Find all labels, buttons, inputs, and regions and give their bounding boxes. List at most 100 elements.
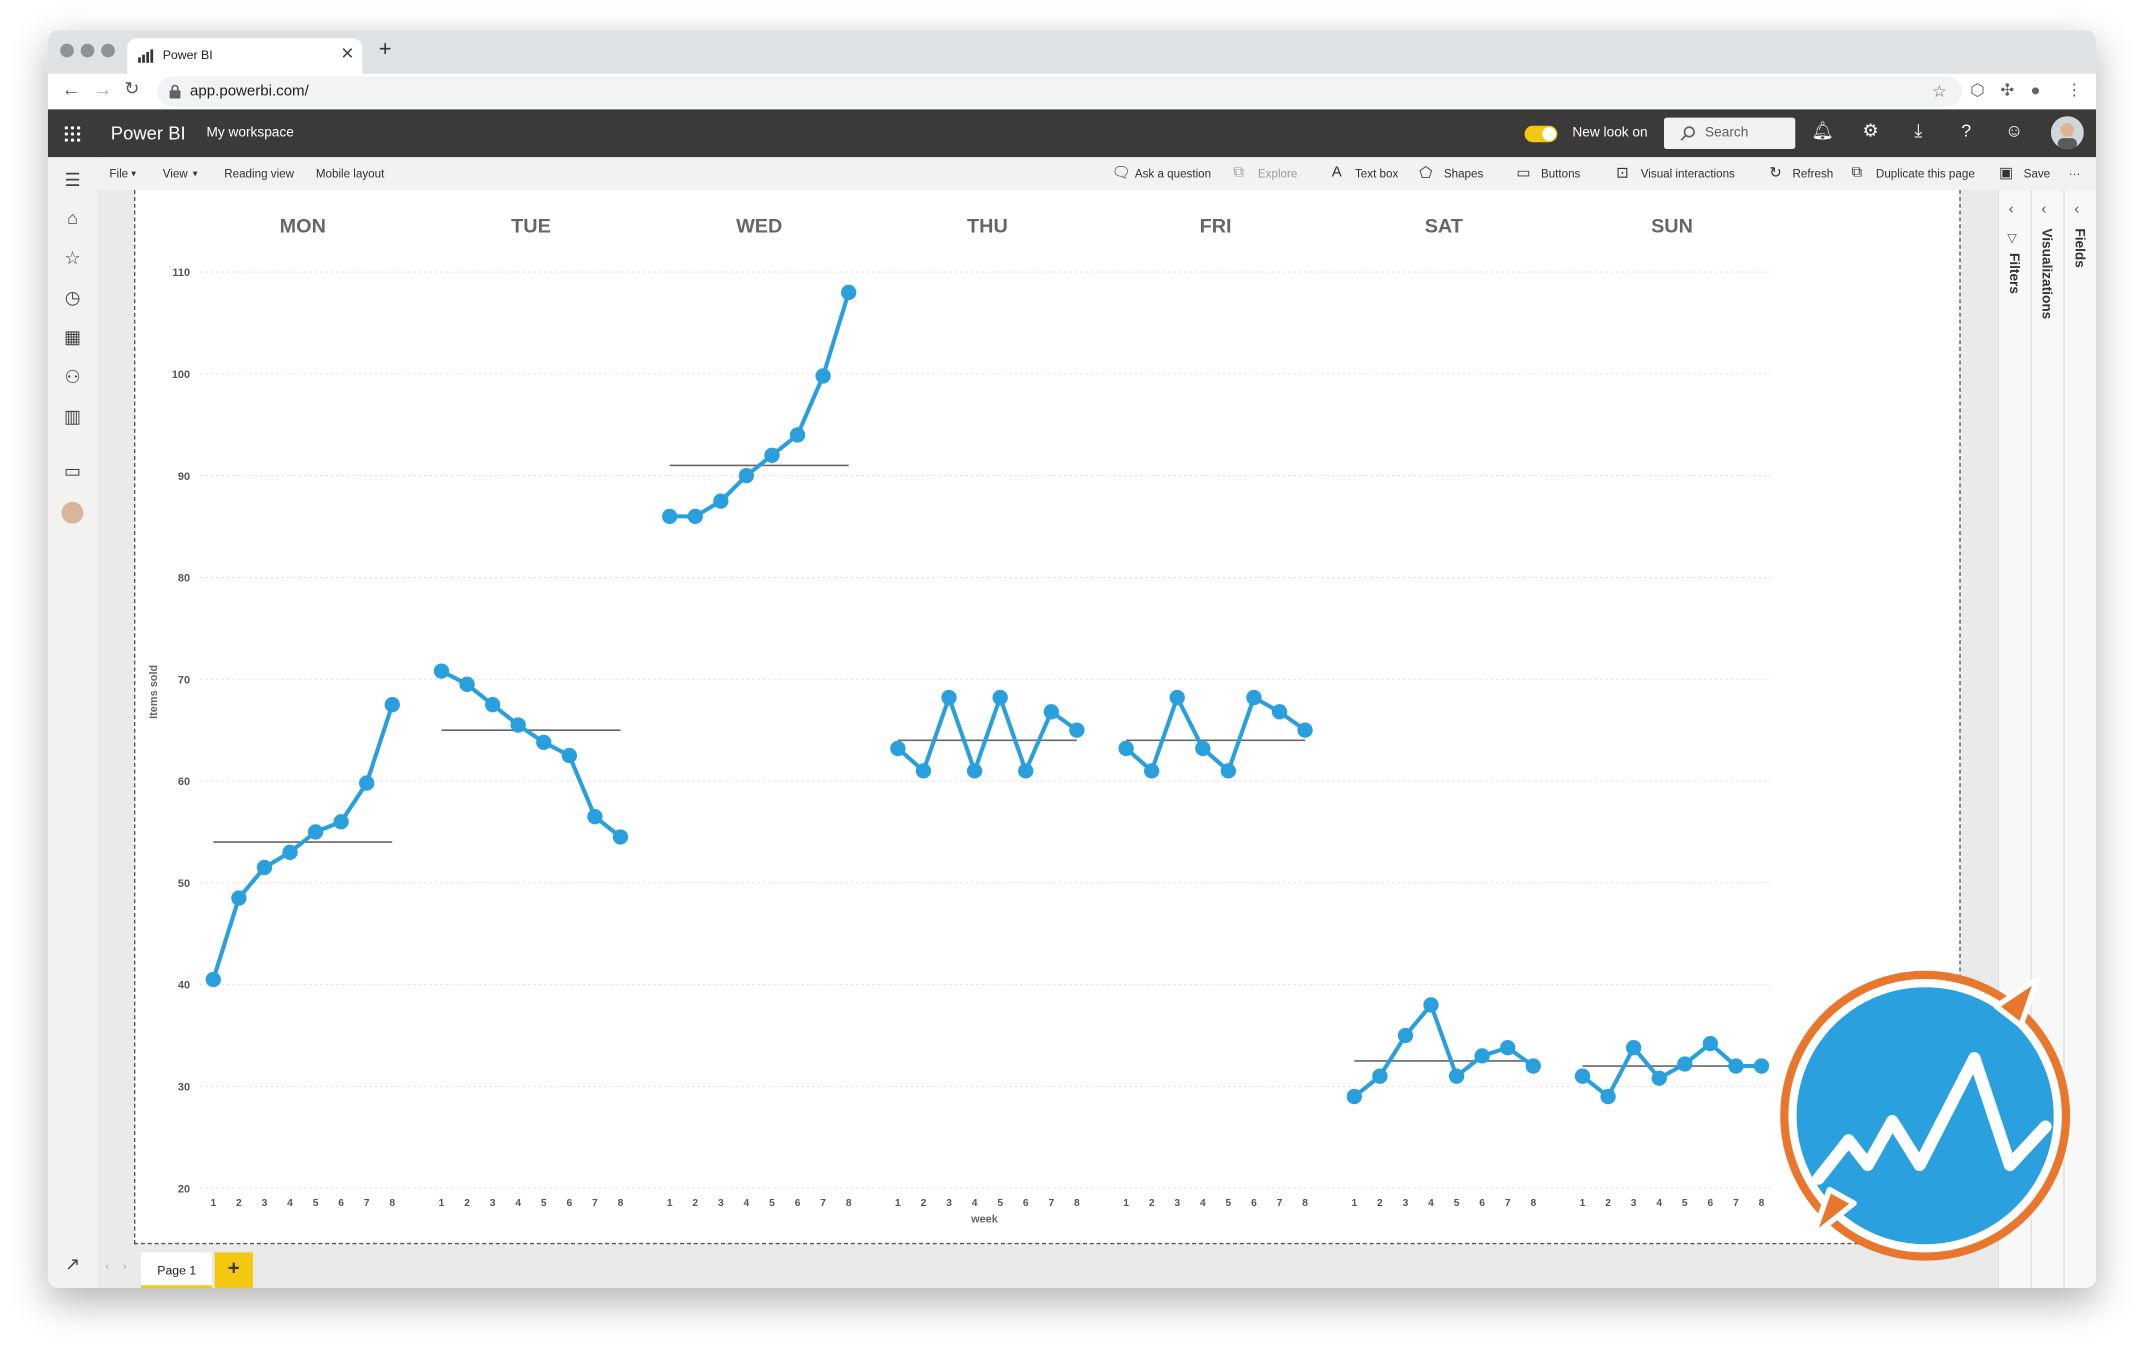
x-tick-label: 2 [692,1198,698,1209]
data-point [1525,1058,1541,1074]
x-tick-label: 8 [1074,1198,1080,1209]
data-point [815,368,831,384]
data-point [1474,1048,1490,1064]
screenshot-stage: Power BI ✕ + ← → ↻ app.powerbi.com/ ☆ ⬡ … [0,0,2144,1355]
data-point [1018,763,1034,779]
x-tick-label: 2 [921,1198,927,1209]
x-tick-label: 5 [313,1198,319,1209]
x-tick-label: 4 [972,1198,978,1209]
y-axis: 20 30 40 50 60 70 80 90 100 110 [172,267,190,1195]
data-point [1448,1068,1465,1084]
panel-title: MON [280,215,326,237]
x-tick-label: 6 [795,1198,801,1209]
x-tick-label: 6 [1251,1198,1257,1209]
data-point [384,697,400,713]
data-point [1728,1058,1744,1074]
x-tick-label: 6 [566,1198,572,1209]
panel-fri: FRI 1 2 3 4 5 6 7 8 [1118,215,1313,1209]
y-tick-label: 110 [172,267,190,279]
x-tick-label: 4 [515,1198,521,1209]
x-tick-label: 1 [210,1198,216,1209]
x-tick-label: 4 [1200,1198,1206,1209]
data-point [1651,1070,1667,1086]
series-line [669,291,851,519]
x-tick-label: 2 [236,1198,242,1209]
data-point [433,663,450,679]
panel-sat: SAT 1 2 3 4 5 6 7 8 [1346,215,1541,1209]
data-point [1423,997,1439,1013]
panel-wed: WED 1 2 3 4 5 6 7 8 [662,215,857,1209]
data-point [841,284,857,301]
data-point [1372,1068,1388,1084]
data-point [612,829,629,845]
x-tick-label: 2 [1605,1198,1611,1209]
x-tick-label: 5 [997,1198,1003,1209]
data-point [282,844,298,860]
data-point [510,717,526,733]
data-point [1246,689,1262,706]
panel-mon: MON 1 2 3 4 5 6 7 8 [205,215,400,1209]
data-point [1271,704,1288,720]
x-tick-label: 7 [1733,1198,1739,1209]
x-tick-label: 4 [287,1198,293,1209]
panel-sun: SUN1 2 3 4 5 6 7 8 [1574,215,1770,1209]
x-tick-label: 3 [1174,1198,1180,1209]
data-point [966,763,983,779]
panel-thu: THU 1 2 3 4 5 6 7 8 [890,215,1085,1209]
data-point [587,809,603,825]
data-point [307,824,324,840]
data-point [1195,740,1211,757]
x-tick-label: 8 [1530,1198,1536,1209]
data-point [484,697,501,713]
x-tick-label: 3 [718,1198,724,1209]
x-tick-label: 1 [1580,1198,1586,1209]
x-tick-label: 2 [464,1198,470,1209]
data-point [1600,1088,1616,1105]
x-tick-label: 4 [1428,1198,1434,1209]
panel-title: SAT [1425,215,1463,237]
x-tick-label: 1 [895,1198,901,1209]
data-point [789,427,806,443]
panel-title: SUN [1651,215,1693,237]
data-point [231,890,247,906]
data-point [1574,1068,1591,1084]
data-point [764,447,780,463]
x-tick-label: 1 [439,1198,445,1209]
data-point [1625,1040,1642,1056]
data-point [1169,689,1185,706]
panel-title: WED [736,215,782,237]
chart-gridlines [199,271,1771,1189]
data-point [1043,704,1059,720]
y-tick-label: 70 [178,674,190,686]
data-point [1297,722,1313,738]
panel-title: FRI [1200,215,1232,237]
data-point [205,971,221,988]
x-tick-label: 7 [1505,1198,1511,1209]
x-axis-title: week [970,1213,999,1225]
x-tick-label: 1 [667,1198,673,1209]
data-point [1144,763,1160,779]
x-tick-label: 3 [262,1198,268,1209]
data-point [459,676,475,692]
data-point [1677,1056,1693,1072]
x-tick-label: 8 [618,1198,624,1209]
x-tick-label: 2 [1149,1198,1155,1209]
data-point [1118,740,1134,757]
y-tick-label: 50 [178,878,190,890]
panel-tue: TUE 1 2 3 4 5 6 7 8 [433,215,629,1209]
x-tick-label: 4 [1656,1198,1662,1209]
x-tick-label: 5 [769,1198,775,1209]
x-tick-label: 5 [1454,1198,1460,1209]
x-tick-label: 7 [592,1198,598,1209]
y-tick-label: 60 [178,776,190,788]
x-tick-label: 1 [1351,1198,1357,1209]
data-point [915,763,932,779]
x-tick-label: 6 [338,1198,344,1209]
data-point [738,468,755,484]
x-tick-label: 8 [1302,1198,1308,1209]
data-point [662,508,678,525]
data-point [713,493,729,509]
data-point [1069,722,1085,738]
x-tick-label: 5 [541,1198,547,1209]
x-tick-label: 8 [846,1198,852,1209]
